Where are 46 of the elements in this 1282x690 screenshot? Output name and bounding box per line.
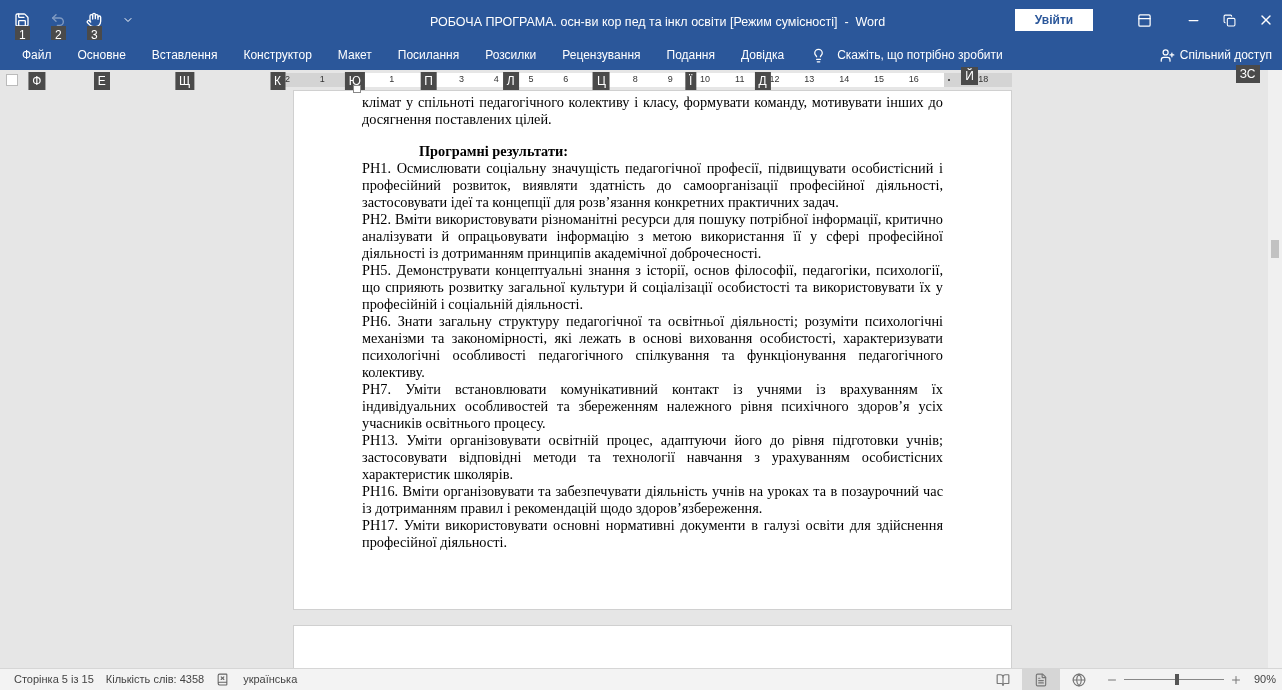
ruler-number: 5 xyxy=(528,73,534,87)
keytip: Д xyxy=(754,72,771,90)
page-count[interactable]: Сторінка 5 із 15 xyxy=(14,671,94,688)
ruler-number: 13 xyxy=(804,73,815,87)
keytip: ЗС xyxy=(1235,65,1260,83)
paragraph: РН6. Знати загальну структуру педагогічної та освітньої діяльності; розуміти психологічні механізми та закономірності, які лежать в основі виховання особистості, характеризувати психологічні особливості педагогічного спілкування та функціонування педагогічного колективу. xyxy=(362,313,943,381)
ruler-number: 6 xyxy=(563,73,569,87)
ruler-number: 15 xyxy=(873,73,884,87)
ruler-number: 3 xyxy=(458,73,464,87)
word-count[interactable]: Кількість слів: 4358 xyxy=(105,671,205,688)
section-heading: Програмні результати: xyxy=(418,143,569,160)
paragraph: РН13. Уміти організовувати освітній процес, адаптуючи його до рівня підготовки учнів; застосовувати відповідні методи та технології навчання з урахуванням особистісних характеристик школярів. xyxy=(362,432,943,483)
language[interactable]: українська xyxy=(243,671,298,688)
paragraph: РН16. Вміти організовувати та забезпечувати діяльність учнів на уроках та в позаурочний час із дотриманням правил і рекомендацій щодо здоров’язбереження. xyxy=(362,483,943,517)
ruler-number: 9 xyxy=(667,73,673,87)
keytip: К xyxy=(270,72,286,90)
keytip: Ї xyxy=(685,72,697,90)
ruler-number: 10 xyxy=(699,73,710,87)
zoom-level[interactable]: 90% xyxy=(1253,671,1276,688)
window-title: РОБОЧА ПРОГРАМА. осн-ви кор пед та інкл освіти [Режим сумісності] - Word xyxy=(430,14,886,31)
keytip: Л xyxy=(502,72,519,90)
ruler-number: 8 xyxy=(632,73,638,87)
ruler-number: 16 xyxy=(908,73,919,87)
ruler-number: 18 xyxy=(978,73,989,87)
keytip: Ю xyxy=(344,72,365,90)
keytip: Ф xyxy=(28,72,46,90)
keytip: Ц xyxy=(592,72,610,90)
ruler-number: 2 xyxy=(284,73,290,87)
paragraph: клімат у спільноті педагогічного колективу і класу, формувати команду, мотивувати інших до досягнення поставлених цілей. xyxy=(362,94,943,128)
keytip: Й xyxy=(961,67,978,85)
keytip: Е xyxy=(93,72,110,90)
keytip: Щ xyxy=(175,72,195,90)
ruler-number: 14 xyxy=(839,73,850,87)
paragraph: РН2. Вміти використовувати різноманітні ресурси для пошуку потрібної інформації, критично аналізувати й опрацьовувати інформацію з метою використання її у сфері професійної діяльності із дотриманням принципів академічної доброчесності. xyxy=(362,211,943,262)
ruler-number: 11 xyxy=(735,73,745,87)
paragraph: РН7. Уміти встановлювати комунікативний контакт із учнями із врахуванням їх індивідуальних особливостей та збереженням належного рівня психічного здоров’я усіх учасників освітнього процесу. xyxy=(362,381,943,432)
paragraph: РН17. Уміти використовувати основні нормативні документи в галузі освіти для здійснення професійної діяльності. xyxy=(362,517,943,551)
share-button[interactable]: Спільний доступ xyxy=(1159,46,1272,64)
sign-in-button[interactable]: Увійти xyxy=(1015,9,1093,31)
paragraph: РН5. Демонструвати концептуальні знання з історії, основ філософії, педагогіки, психології, що сприяють розвитку загальної культури й соціалізації особистості та використовувати їх у професійній і соціальній діяльності. xyxy=(362,262,943,313)
paragraph: РН1. Осмислювати соціальну значущість педагогічної професії, підвищувати особистісний і професійний розвиток, виявляти здатність до самоорганізації професійної діяльності, застосовувати ідеї та концепції для розв’язання конкретних практичних задач. xyxy=(362,160,943,211)
ruler-number: 1 xyxy=(389,73,395,87)
tell-me-field[interactable]: Скажіть, що потрібно зробити xyxy=(837,46,1068,64)
keytip: П xyxy=(420,72,437,90)
ruler-number: 4 xyxy=(493,73,499,87)
ruler-number: 1 xyxy=(319,73,325,87)
